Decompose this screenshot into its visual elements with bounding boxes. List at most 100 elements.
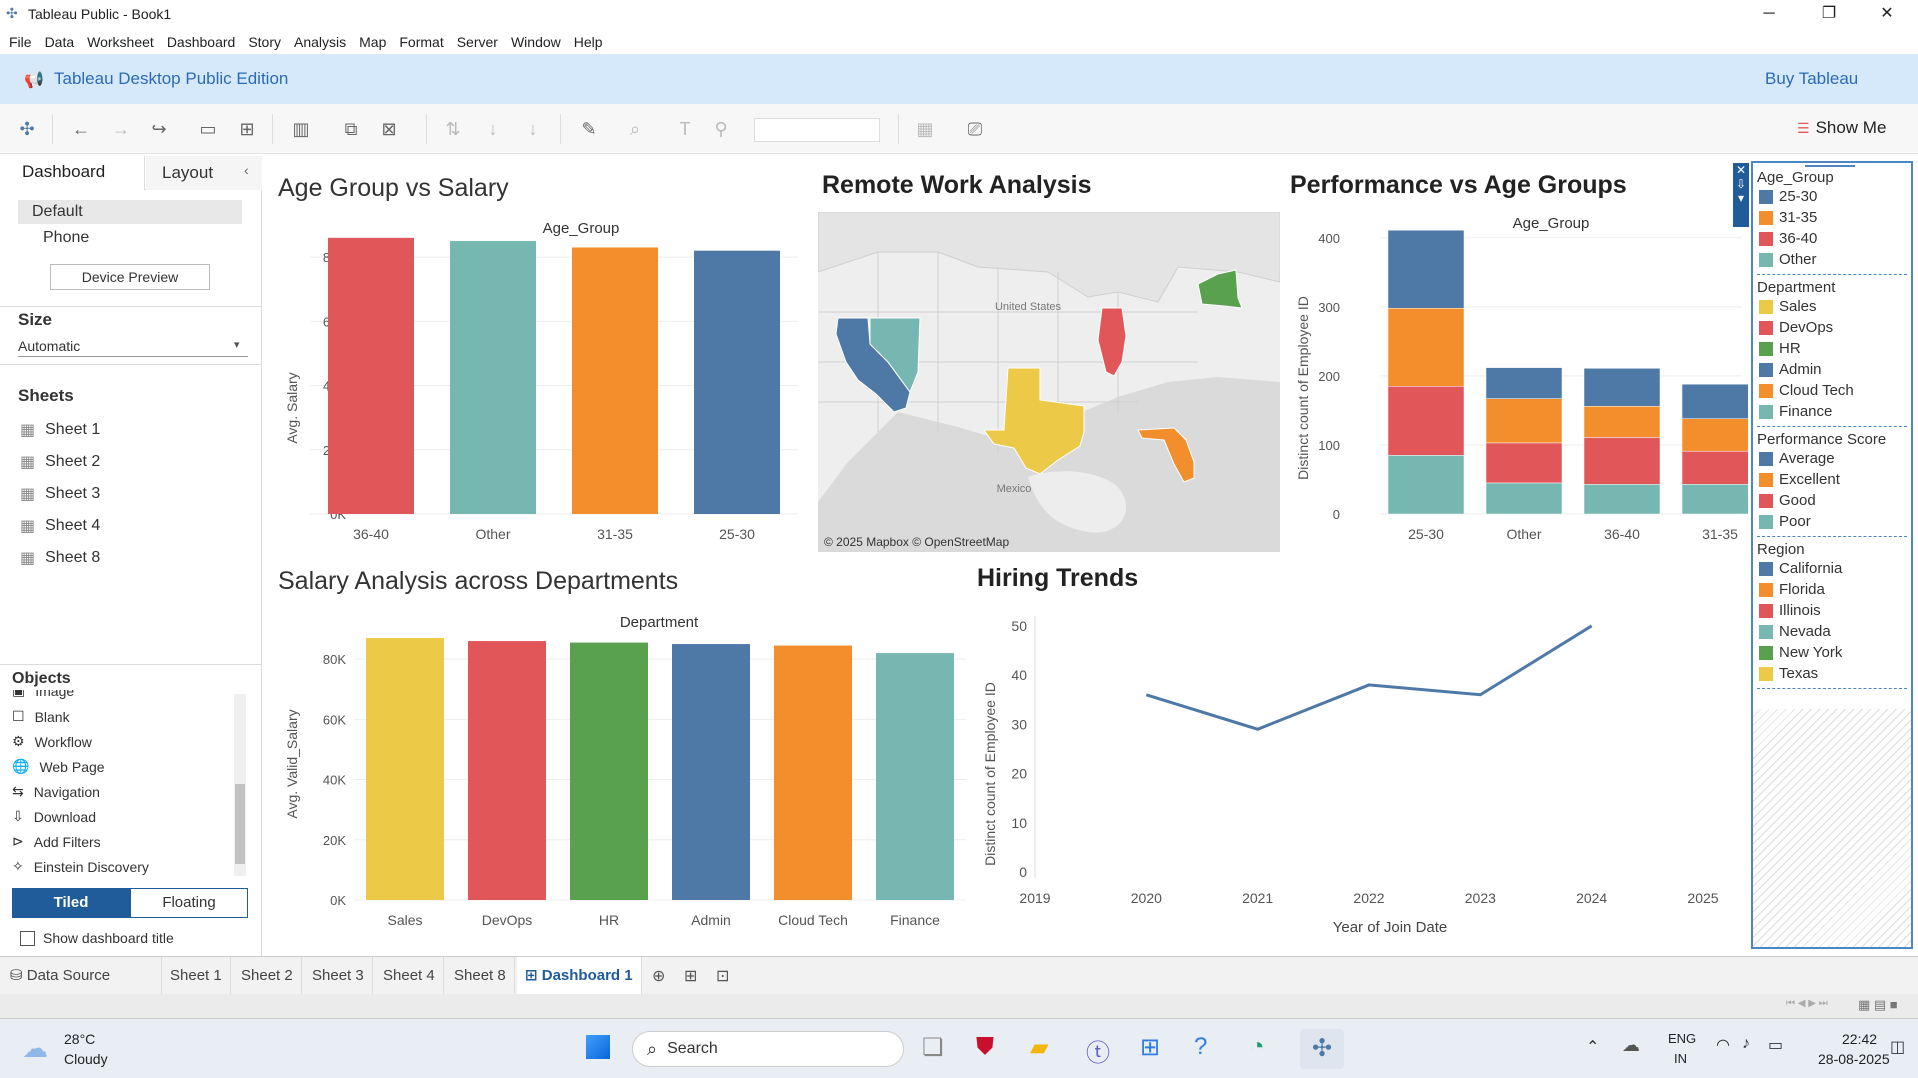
save-icon[interactable]: ▭ (197, 118, 219, 140)
clock-time[interactable]: 22:42 (1842, 1031, 1877, 1047)
show-dashboard-title-checkbox[interactable]: Show dashboard title (20, 930, 174, 946)
menu-file[interactable]: File (6, 28, 38, 54)
tab-dashboard-active[interactable]: ⊞ Dashboard 1 (517, 957, 642, 995)
menu-help[interactable]: Help (571, 28, 609, 54)
labels-icon[interactable]: T (674, 118, 696, 140)
sheet-item[interactable]: ▦ Sheet 1 (20, 420, 100, 440)
group-icon[interactable]: ⌕ (624, 118, 646, 140)
device-phone[interactable]: Phone (43, 229, 89, 247)
legend-item[interactable]: Poor (1753, 511, 1911, 532)
presentation-mode-icon[interactable]: ⎚ (964, 118, 986, 140)
file-explorer-icon[interactable]: ▰ (1030, 1033, 1048, 1062)
legend-item[interactable]: Texas (1753, 663, 1911, 684)
language-region[interactable]: IN (1674, 1051, 1687, 1066)
legend-item[interactable]: 31-35 (1753, 207, 1911, 228)
new-story-tab-icon[interactable]: ⊡ (716, 966, 729, 986)
legend-item[interactable]: Florida (1753, 579, 1911, 600)
tab-sheet[interactable]: Sheet 4 (375, 957, 444, 995)
chevron-down-icon[interactable]: ▾ (234, 338, 240, 351)
object-image[interactable]: ▣ Image (12, 690, 74, 699)
menu-data[interactable]: Data (42, 28, 81, 54)
help-icon[interactable]: ? (1194, 1033, 1207, 1061)
buy-tableau-link[interactable]: Buy Tableau (1765, 69, 1858, 89)
tab-sheet[interactable]: Sheet 1 (162, 957, 231, 995)
tab-dashboard[interactable]: Dashboard (0, 156, 145, 190)
floating-toggle[interactable]: Floating (130, 888, 248, 918)
legend-item[interactable]: Excellent (1753, 469, 1911, 490)
legend-item[interactable]: Cloud Tech (1753, 380, 1911, 401)
menu-story[interactable]: Story (245, 28, 287, 54)
object-navigation[interactable]: ⇆ Navigation (12, 783, 100, 800)
close-button[interactable]: ✕ (1864, 2, 1910, 26)
legend-item[interactable]: DevOps (1753, 317, 1911, 338)
menu-window[interactable]: Window (508, 28, 567, 54)
sheet-item[interactable]: ▦ Sheet 2 (20, 452, 100, 472)
menu-format[interactable]: Format (396, 28, 449, 54)
new-worksheet-tab-icon[interactable]: ⊕ (652, 966, 665, 986)
tab-data-source[interactable]: ⛁ Data Source (0, 957, 162, 995)
sort-ascending-icon[interactable]: ↓ (482, 118, 504, 140)
legend-item[interactable]: Other (1753, 249, 1911, 270)
edge-icon[interactable]: ◔ (1250, 1033, 1265, 1061)
store-icon[interactable]: ⊞ (1140, 1033, 1160, 1062)
menu-worksheet[interactable]: Worksheet (84, 28, 160, 54)
tab-sheet[interactable]: Sheet 3 (304, 957, 373, 995)
tableau-home-icon[interactable]: ✣ (16, 118, 38, 140)
onedrive-icon[interactable]: ☁ (1622, 1035, 1640, 1056)
minimize-button[interactable]: ─ (1746, 2, 1792, 26)
teams-icon[interactable]: ⓣ (1086, 1033, 1110, 1068)
legend-item[interactable]: Average (1753, 448, 1911, 469)
weather-temp[interactable]: 28°C (64, 1031, 95, 1047)
new-worksheet-icon[interactable]: ▥ (290, 118, 312, 140)
fit-dropdown[interactable] (754, 118, 880, 142)
tab-sheet[interactable]: Sheet 8 (446, 957, 515, 995)
mcafee-icon[interactable]: ⛊ (976, 1033, 994, 1061)
legend-item[interactable]: 25-30 (1753, 186, 1911, 207)
clear-sheet-icon[interactable]: ⊠ (378, 118, 400, 140)
object-add-filters[interactable]: ⊳ Add Filters (12, 833, 101, 850)
maximize-button[interactable]: ❐ (1806, 2, 1852, 26)
size-select[interactable]: Automatic (18, 338, 80, 354)
objects-scrollbar[interactable] (234, 694, 246, 876)
redo-icon[interactable]: → (110, 118, 132, 140)
windows-start-icon[interactable] (584, 1033, 612, 1061)
menu-dashboard[interactable]: Dashboard (164, 28, 242, 54)
menu-server[interactable]: Server (454, 28, 504, 54)
device-default[interactable]: Default (18, 200, 242, 224)
replay-icon[interactable]: ↪ (148, 118, 170, 140)
sort-descending-icon[interactable]: ↓ (522, 118, 544, 140)
legend-item[interactable]: Nevada (1753, 621, 1911, 642)
sheet-item[interactable]: ▦ Sheet 3 (20, 484, 100, 504)
battery-icon[interactable]: ▭ (1768, 1035, 1783, 1055)
swap-icon[interactable]: ⇅ (442, 118, 464, 140)
object-workflow[interactable]: ⚙ Workflow (12, 733, 92, 750)
wifi-icon[interactable]: ◠ (1716, 1035, 1730, 1055)
task-view-icon[interactable]: ❏ (922, 1033, 944, 1062)
device-preview-button[interactable]: Device Preview (50, 264, 210, 290)
object-blank[interactable]: ☐ Blank (12, 708, 70, 725)
legend-item[interactable]: Good (1753, 490, 1911, 511)
taskbar-search[interactable]: ⌕ Search (632, 1031, 904, 1067)
object-einstein-discovery[interactable]: ✧ Einstein Discovery (12, 858, 149, 875)
remote-work-map[interactable]: United States Mexico © 2025 Mapbox © Ope… (818, 212, 1280, 552)
menu-map[interactable]: Map (356, 28, 392, 54)
object-web-page[interactable]: 🌐 Web Page (12, 758, 105, 775)
legend-item[interactable]: Illinois (1753, 600, 1911, 621)
collapse-icon[interactable]: ‹ (244, 162, 249, 178)
tableau-taskbar-icon[interactable]: ✣ (1300, 1029, 1344, 1069)
duplicate-icon[interactable]: ⧉ (340, 118, 362, 140)
new-dashboard-tab-icon[interactable]: ⊞ (684, 966, 697, 986)
highlight-icon[interactable]: ✎ (578, 118, 600, 140)
undo-icon[interactable]: ← (70, 118, 92, 140)
tab-scroll-icon[interactable]: ⏮ ◀ ▶ ⏭ (1786, 998, 1828, 1009)
tab-sheet[interactable]: Sheet 2 (233, 957, 302, 995)
legend-item[interactable]: California (1753, 558, 1911, 579)
show-me-button[interactable]: ☰ Show Me (1797, 118, 1886, 138)
chevron-up-icon[interactable]: ⌃ (1586, 1037, 1599, 1057)
legend-item[interactable]: Finance (1753, 401, 1911, 422)
show-cards-icon[interactable]: ▦ (914, 118, 936, 140)
legend-item[interactable]: Admin (1753, 359, 1911, 380)
menu-analysis[interactable]: Analysis (291, 28, 352, 54)
tiled-toggle[interactable]: Tiled (12, 888, 130, 918)
new-data-source-icon[interactable]: ⊞ (236, 118, 258, 140)
